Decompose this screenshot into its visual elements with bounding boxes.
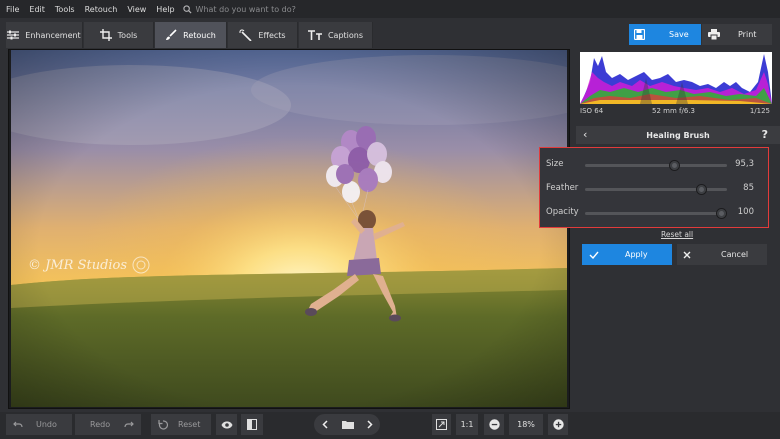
fit-to-screen-button[interactable]	[432, 414, 451, 435]
reset-icon	[158, 419, 168, 430]
undo-label: Undo	[36, 420, 57, 429]
zoom-level[interactable]: 18%	[509, 414, 543, 435]
print-button[interactable]: Print	[702, 24, 772, 45]
eye-icon	[221, 421, 232, 428]
preview-button[interactable]	[216, 414, 237, 435]
tab-captions[interactable]: Captions	[299, 22, 373, 48]
checkmark-icon	[589, 251, 599, 259]
zoom-out-button[interactable]	[484, 414, 504, 435]
zoom-in-icon	[552, 419, 564, 430]
opacity-value: 100	[737, 207, 754, 217]
zoom-in-button[interactable]	[548, 414, 568, 435]
menu-file[interactable]: File	[0, 5, 23, 14]
tab-label: Captions	[327, 30, 364, 40]
sliders-icon	[7, 30, 20, 40]
size-slider[interactable]	[585, 160, 727, 171]
size-slider-row: Size 95,3	[546, 158, 764, 172]
menu-retouch[interactable]: Retouch	[79, 5, 122, 14]
tab-label: Effects	[258, 30, 286, 40]
feather-value: 85	[743, 183, 754, 193]
tab-tools[interactable]: Tools	[84, 22, 154, 48]
opacity-slider-handle[interactable]	[715, 208, 727, 219]
search-box[interactable]: What do you want to do?	[182, 4, 296, 14]
cancel-label: Cancel	[721, 250, 749, 259]
brush-settings: Size 95,3 Feather 85 Opacity 100	[539, 147, 769, 228]
brush-icon	[166, 29, 177, 40]
crop-icon	[99, 29, 112, 41]
feather-slider-row: Feather 85	[546, 182, 764, 196]
opacity-slider[interactable]	[585, 208, 727, 219]
save-button[interactable]: Save	[629, 24, 701, 45]
actual-size-button[interactable]: 1:1	[456, 414, 478, 435]
tab-label: Retouch	[183, 30, 216, 40]
histogram	[580, 52, 772, 104]
fit-screen-icon	[436, 419, 447, 430]
photo-image	[11, 50, 567, 407]
apply-label: Apply	[625, 250, 648, 259]
zoom-out-icon	[488, 419, 500, 430]
exif-info: ISO 64 52 mm f/6.3 1/125	[580, 104, 772, 118]
tab-effects[interactable]: Effects	[228, 22, 298, 48]
opacity-slider-row: Opacity 100	[546, 206, 764, 220]
cancel-button[interactable]: Cancel	[677, 244, 767, 265]
floppy-disk-icon	[634, 29, 645, 40]
folder-icon[interactable]	[342, 420, 354, 429]
menu-tools[interactable]: Tools	[49, 5, 79, 14]
navigation-group	[314, 414, 380, 435]
chevron-right-icon[interactable]	[367, 420, 373, 429]
exif-shutter: 1/125	[749, 107, 770, 115]
printer-icon	[708, 29, 720, 40]
size-value: 95,3	[735, 159, 754, 169]
size-label: Size	[546, 159, 564, 169]
feather-slider-handle[interactable]	[695, 184, 707, 195]
help-button[interactable]: ?	[762, 128, 768, 141]
close-icon	[683, 251, 691, 258]
watermark-text: © JMR Studios	[28, 258, 128, 273]
apply-button[interactable]: Apply	[582, 244, 672, 265]
feather-slider[interactable]	[585, 184, 727, 195]
redo-label: Redo	[90, 420, 111, 429]
redo-icon	[124, 421, 134, 427]
tab-enhancement[interactable]: Enhancement	[6, 22, 83, 48]
menu-edit[interactable]: Edit	[23, 5, 49, 14]
photo-preview[interactable]	[11, 50, 567, 407]
save-label: Save	[669, 30, 689, 39]
size-slider-handle[interactable]	[668, 160, 680, 171]
chevron-left-icon[interactable]	[322, 420, 328, 429]
text-icon	[307, 30, 322, 40]
tab-label: Tools	[117, 30, 138, 40]
exif-iso: ISO 64	[580, 107, 604, 115]
reset-button[interactable]: Reset	[151, 414, 211, 435]
tab-retouch[interactable]: Retouch	[155, 22, 227, 48]
tool-title: Healing Brush	[646, 131, 710, 140]
compare-icon	[247, 419, 257, 430]
tab-label: Enhancement	[25, 30, 81, 40]
opacity-label: Opacity	[546, 207, 579, 217]
undo-button[interactable]: Undo	[6, 414, 72, 435]
compare-button[interactable]	[241, 414, 263, 435]
menu-help[interactable]: Help	[150, 5, 178, 14]
tool-header: ‹ Healing Brush ?	[576, 126, 780, 144]
reset-label: Reset	[178, 420, 201, 429]
histogram-graph	[580, 52, 772, 104]
search-icon	[182, 4, 192, 14]
exif-lens: 52 mm f/6.3	[652, 107, 695, 115]
reset-all-link[interactable]: Reset all	[661, 230, 693, 239]
menu-bar: File Edit Tools Retouch View Help What d…	[0, 0, 780, 18]
print-label: Print	[738, 30, 757, 39]
feather-label: Feather	[546, 183, 579, 193]
menu-view[interactable]: View	[121, 5, 150, 14]
redo-button[interactable]: Redo	[75, 414, 141, 435]
magic-wand-icon	[239, 29, 252, 41]
undo-icon	[13, 421, 23, 427]
search-placeholder: What do you want to do?	[195, 4, 296, 14]
